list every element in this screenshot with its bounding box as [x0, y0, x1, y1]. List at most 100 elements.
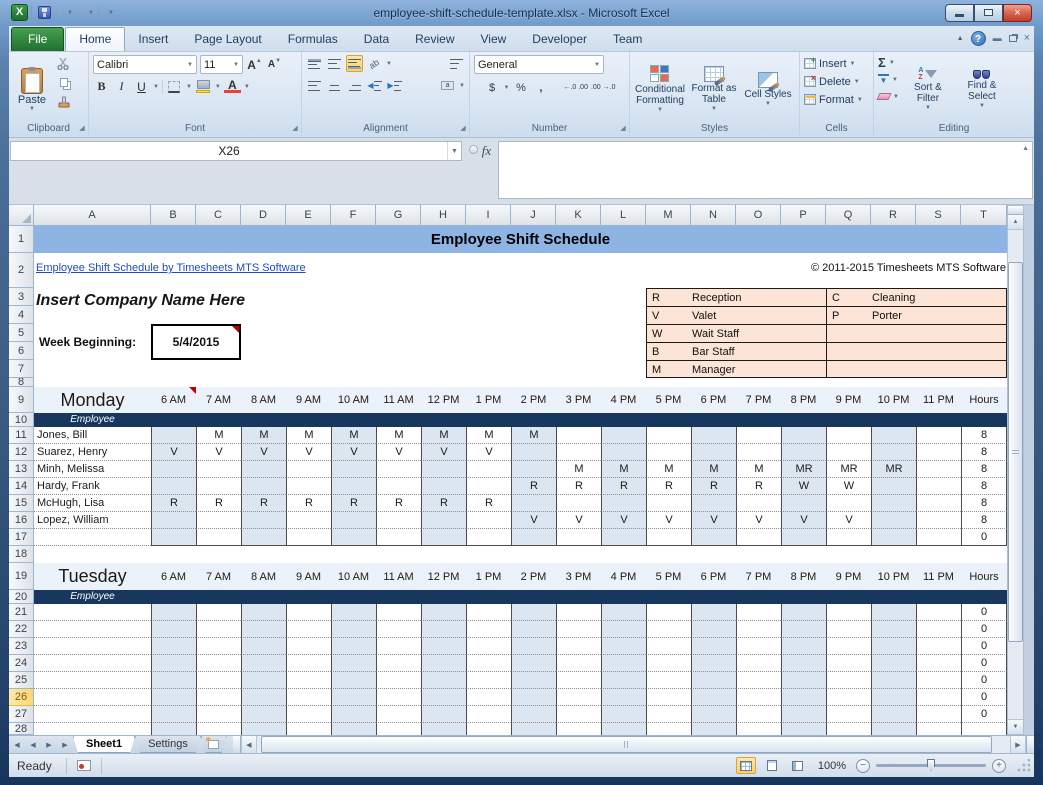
shift-cell[interactable]: [196, 638, 241, 655]
day-name-cell[interactable]: Tuesday: [34, 563, 151, 590]
row-header-4[interactable]: 4: [9, 306, 34, 324]
column-header-C[interactable]: C: [196, 205, 241, 226]
shift-cell[interactable]: [646, 495, 691, 512]
time-header-cell[interactable]: 6 AM: [151, 563, 196, 590]
company-name-placeholder[interactable]: Insert Company Name Here: [36, 292, 245, 310]
shift-cell[interactable]: [196, 689, 241, 706]
shift-cell[interactable]: [556, 529, 601, 546]
underline-dropdown-icon[interactable]: ▼: [153, 84, 159, 90]
shift-cell[interactable]: [601, 638, 646, 655]
shift-cell[interactable]: [871, 444, 916, 461]
time-header-cell[interactable]: 7 PM: [736, 387, 781, 413]
shift-cell[interactable]: R: [421, 495, 466, 512]
shift-cell[interactable]: [691, 655, 736, 672]
shift-cell[interactable]: [286, 512, 331, 529]
shift-cell[interactable]: [781, 672, 826, 689]
shift-cell[interactable]: [331, 621, 376, 638]
shift-cell[interactable]: [556, 706, 601, 723]
shift-cell[interactable]: [241, 672, 286, 689]
column-header-J[interactable]: J: [511, 205, 556, 226]
shift-cell[interactable]: [466, 706, 511, 723]
shift-cell[interactable]: [871, 621, 916, 638]
shift-cell[interactable]: [286, 621, 331, 638]
shift-cell[interactable]: [736, 723, 781, 735]
shift-cell[interactable]: [601, 723, 646, 735]
legend-label-cell[interactable]: Wait Staff: [692, 325, 826, 342]
row-header-15[interactable]: 15: [9, 495, 34, 512]
shift-cell[interactable]: [511, 529, 556, 546]
shift-cell[interactable]: R: [466, 495, 511, 512]
shift-cell[interactable]: [151, 529, 196, 546]
shift-cell[interactable]: V: [241, 444, 286, 461]
clear-button[interactable]: ▼: [878, 89, 899, 104]
employee-name-cell[interactable]: Jones, Bill: [34, 427, 151, 444]
scrollbar-split-handle[interactable]: [1026, 736, 1034, 753]
shift-cell[interactable]: [871, 478, 916, 495]
shift-cell[interactable]: [691, 495, 736, 512]
legend-code-cell[interactable]: R: [647, 289, 692, 306]
delete-cells-button[interactable]: Delete▼: [804, 73, 860, 90]
shift-cell[interactable]: [151, 655, 196, 672]
ribbon-tab-home[interactable]: Home: [65, 27, 125, 51]
shift-cell[interactable]: [421, 512, 466, 529]
shift-cell[interactable]: [376, 672, 421, 689]
shift-cell[interactable]: [511, 604, 556, 621]
row-header-7[interactable]: 7: [9, 360, 34, 378]
legend-code-cell[interactable]: B: [647, 343, 692, 360]
shift-cell[interactable]: [151, 461, 196, 478]
tab-split-handle[interactable]: [233, 736, 241, 753]
employee-name-cell[interactable]: [34, 706, 151, 723]
shift-cell[interactable]: [376, 604, 421, 621]
shift-cell[interactable]: [151, 672, 196, 689]
time-header-cell[interactable]: 8 PM: [781, 387, 826, 413]
row-header-14[interactable]: 14: [9, 478, 34, 495]
shift-cell[interactable]: [781, 604, 826, 621]
shift-cell[interactable]: [286, 478, 331, 495]
ribbon-tab-review[interactable]: Review: [402, 28, 467, 51]
shift-cell[interactable]: [781, 529, 826, 546]
shift-cell[interactable]: [196, 461, 241, 478]
employee-name-cell[interactable]: [34, 723, 151, 735]
column-header-B[interactable]: B: [151, 205, 196, 226]
shift-cell[interactable]: V: [556, 512, 601, 529]
shift-cell[interactable]: [826, 495, 871, 512]
hours-header-cell[interactable]: Hours: [961, 387, 1007, 413]
row-header-2[interactable]: 2: [9, 253, 34, 288]
legend-code-cell[interactable]: [827, 361, 872, 378]
shift-cell[interactable]: [646, 655, 691, 672]
shift-cell[interactable]: [331, 478, 376, 495]
shift-cell[interactable]: [916, 604, 961, 621]
shift-cell[interactable]: [736, 706, 781, 723]
shift-cell[interactable]: [916, 655, 961, 672]
shift-cell[interactable]: [601, 655, 646, 672]
percent-button[interactable]: %: [512, 79, 529, 96]
shift-cell[interactable]: [826, 672, 871, 689]
row-header-16[interactable]: 16: [9, 512, 34, 529]
shift-cell[interactable]: [646, 706, 691, 723]
column-header-N[interactable]: N: [691, 205, 736, 226]
shift-cell[interactable]: [511, 655, 556, 672]
dialog-launcher-icon[interactable]: ◢: [291, 125, 299, 133]
top-align-button[interactable]: [306, 55, 323, 72]
previous-sheet-button[interactable]: ◀: [25, 736, 41, 753]
shift-cell[interactable]: [871, 689, 916, 706]
shift-cell[interactable]: [241, 604, 286, 621]
employee-name-cell[interactable]: Lopez, William: [34, 512, 151, 529]
shift-cell[interactable]: [871, 672, 916, 689]
help-icon[interactable]: ?: [971, 31, 986, 46]
shift-cell[interactable]: [916, 621, 961, 638]
hours-cell[interactable]: 8: [961, 478, 1007, 495]
shift-cell[interactable]: [871, 512, 916, 529]
shift-cell[interactable]: M: [286, 427, 331, 444]
shift-cell[interactable]: MR: [781, 461, 826, 478]
shift-cell[interactable]: [601, 444, 646, 461]
shift-cell[interactable]: [736, 604, 781, 621]
shift-cell[interactable]: [241, 706, 286, 723]
shift-cell[interactable]: [916, 689, 961, 706]
font-family-select[interactable]: Calibri▼: [93, 55, 197, 74]
collapse-formula-bar-icon[interactable]: ▲: [1022, 145, 1029, 152]
shift-cell[interactable]: [646, 723, 691, 735]
formula-bar-handle[interactable]: [469, 145, 478, 154]
conditional-formatting-button[interactable]: Conditional Formatting ▼: [634, 55, 686, 122]
shift-cell[interactable]: [826, 638, 871, 655]
